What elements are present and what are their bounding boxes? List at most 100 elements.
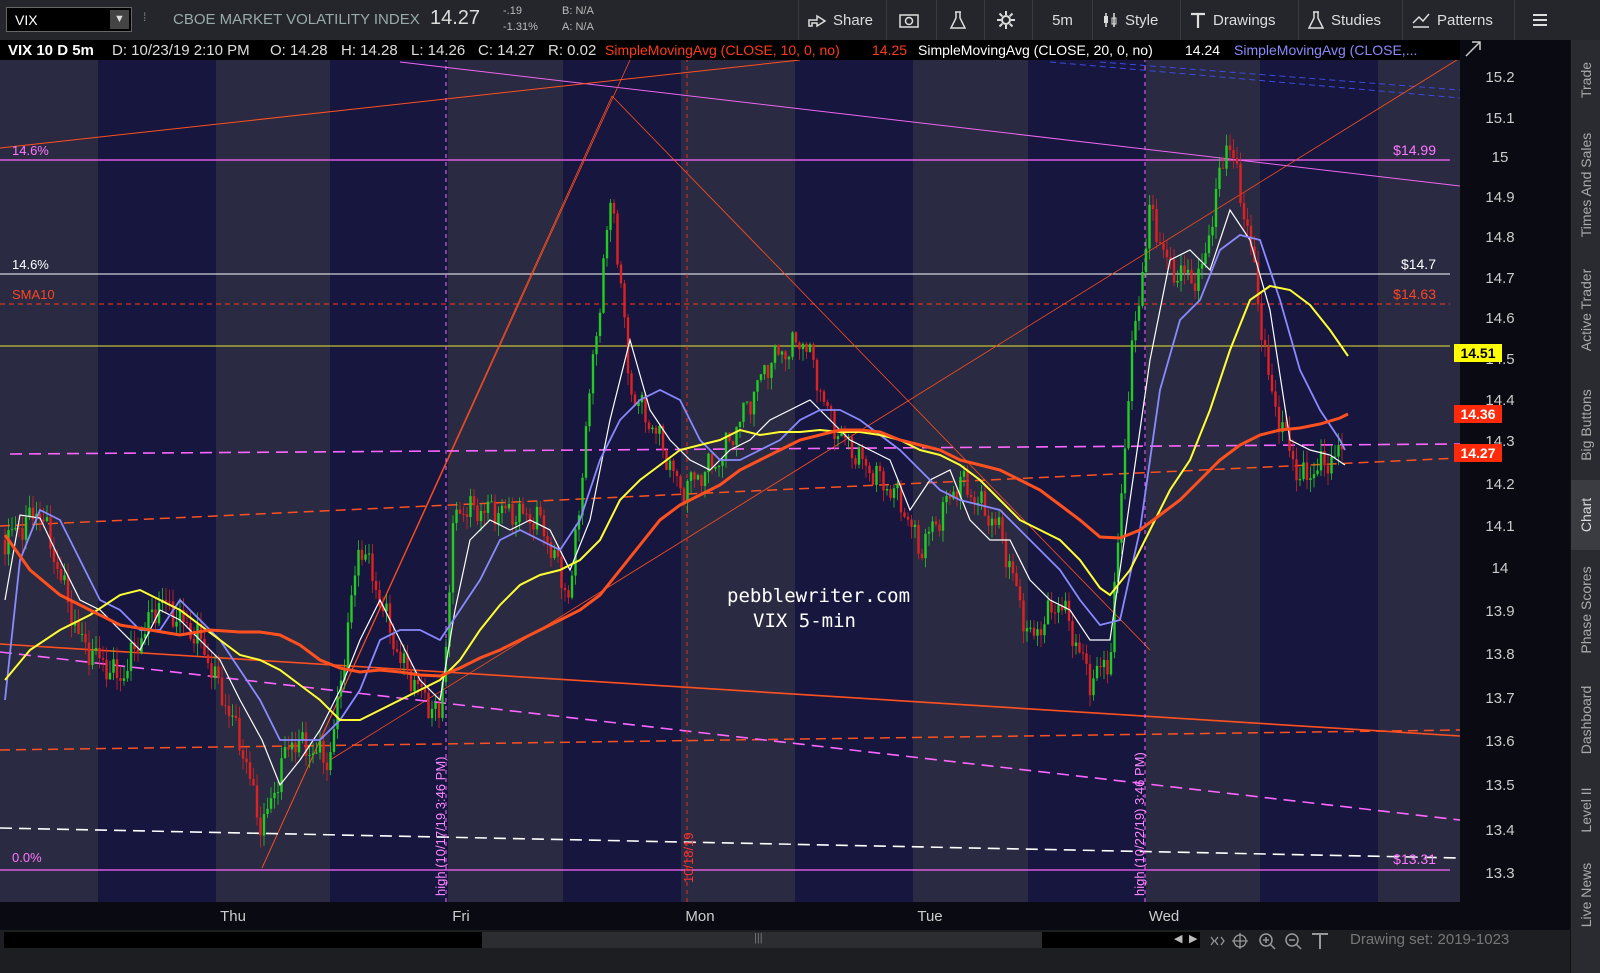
candle-body [210, 663, 213, 679]
candle-body [1218, 167, 1221, 190]
y-tick: 13.3 [1485, 865, 1514, 882]
gear-icon [996, 11, 1015, 29]
settings-button[interactable] [984, 0, 1032, 40]
candle-body [1137, 305, 1141, 321]
candle-body [511, 503, 514, 525]
x-label: Tue [917, 908, 942, 925]
price-chart[interactable]: 14.6% 14.6% SMA10 0.0% $14.99 $14.7 $14.… [0, 40, 1570, 930]
net-change-percent: -1.31% [503, 21, 538, 33]
candle-body [1071, 621, 1074, 647]
candle-body [1036, 629, 1039, 636]
candle-body [45, 517, 49, 522]
session-band [98, 58, 216, 902]
candle-body [42, 519, 45, 522]
candle-body [308, 754, 311, 756]
style-button[interactable]: Style [1092, 0, 1180, 40]
symbol-dropdown-icon[interactable]: ▼ [110, 10, 129, 29]
symbol-input[interactable]: VIX ▼ [6, 7, 132, 32]
tab-phase-scores[interactable]: Phase Scores [1571, 550, 1600, 670]
snapshot-button[interactable] [886, 0, 936, 40]
candle-body [1092, 678, 1095, 696]
time-axis[interactable] [0, 902, 1460, 930]
candle-body [1095, 665, 1099, 679]
candle-body [605, 229, 609, 259]
crosshair-icon[interactable] [1232, 933, 1248, 949]
tab-times-and-sales[interactable]: Times And Sales [1571, 120, 1600, 250]
patterns-button[interactable]: Patterns [1402, 0, 1514, 40]
drawing-set-label[interactable]: Drawing set: 2019-1023 [1350, 931, 1509, 948]
candle-body [283, 747, 287, 759]
scroll-right-icon[interactable]: ▶ [1189, 932, 1197, 945]
candle-body [1109, 652, 1113, 675]
candle-body [567, 590, 570, 598]
menu-button[interactable] [1514, 0, 1570, 40]
candle-body [518, 503, 521, 523]
scroll-grip-icon: ||| [754, 932, 763, 944]
y-tick: 15.2 [1485, 69, 1514, 86]
candle-body [619, 264, 623, 284]
candle-body [483, 511, 486, 513]
chart-area[interactable]: 14.6% 14.6% SMA10 0.0% $14.99 $14.7 $14.… [0, 40, 1570, 930]
text-tool-icon[interactable] [1312, 933, 1328, 949]
candle-body [763, 365, 766, 375]
timeframe-button[interactable]: 5m [1032, 0, 1092, 40]
y-tick: 13.5 [1485, 777, 1514, 794]
candle-body [756, 380, 759, 392]
fit-icon[interactable] [1210, 936, 1225, 946]
candle-body [87, 642, 91, 665]
candle-body [290, 742, 294, 750]
price-axis[interactable] [1460, 40, 1570, 930]
candle-body [780, 351, 784, 355]
candle-body [892, 488, 896, 498]
legend-close: C: 14.27 [478, 42, 535, 59]
flask-button[interactable] [936, 0, 984, 40]
candle-body [910, 519, 913, 528]
candle-body [1267, 345, 1270, 375]
candle-body [1074, 642, 1078, 647]
candle-body [896, 484, 899, 489]
candle-body [1081, 652, 1085, 654]
candle-body [682, 488, 686, 503]
candle-body [262, 814, 266, 836]
chart-scrollbar[interactable]: ||| ◀ ▶ [4, 932, 1200, 948]
candle-body [791, 332, 794, 357]
candle-body [1106, 659, 1109, 675]
candle-body [742, 402, 745, 422]
candle-body [294, 742, 297, 753]
share-button[interactable]: Share [798, 0, 886, 40]
candle-body [927, 531, 931, 534]
tab-level-ii[interactable]: Level II [1571, 770, 1600, 850]
candle-body [794, 332, 798, 343]
legend-sma20-value: 14.24 [1185, 42, 1220, 58]
candle-body [759, 374, 763, 381]
candle-body [595, 336, 598, 355]
tab-active-trader[interactable]: Active Trader [1571, 250, 1600, 370]
candle-body [367, 553, 371, 555]
zoom-in-icon[interactable] [1259, 933, 1276, 950]
tab-live-news[interactable]: Live News [1571, 850, 1600, 940]
tab-chart[interactable]: Chart [1571, 480, 1600, 550]
candle-body [1235, 158, 1239, 164]
level-147-percent: 14.6% [12, 257, 49, 272]
drawings-button[interactable]: Drawings [1180, 0, 1298, 40]
candle-body [966, 471, 969, 495]
candle-body [542, 515, 546, 537]
studies-button[interactable]: Studies [1298, 0, 1402, 40]
candle-body [584, 426, 588, 478]
y-tick: 13.9 [1485, 603, 1514, 620]
tab-big-buttons[interactable]: Big Buttons [1571, 370, 1600, 480]
tab-trade[interactable]: Trade [1571, 40, 1600, 120]
candle-body [1232, 150, 1235, 159]
candle-body [1176, 280, 1179, 283]
candle-body [889, 489, 892, 498]
scroll-left-icon[interactable]: ◀ [1174, 932, 1182, 945]
zoom-out-icon[interactable] [1285, 933, 1302, 950]
candle-body [955, 491, 959, 498]
session-band [330, 58, 448, 902]
candle-body [462, 513, 465, 515]
tab-dashboard[interactable]: Dashboard [1571, 670, 1600, 770]
patterns-label: Patterns [1437, 11, 1493, 29]
link-icon[interactable]: ⁞ [143, 10, 149, 30]
candle-body [1197, 268, 1200, 291]
candle-body [700, 475, 703, 486]
